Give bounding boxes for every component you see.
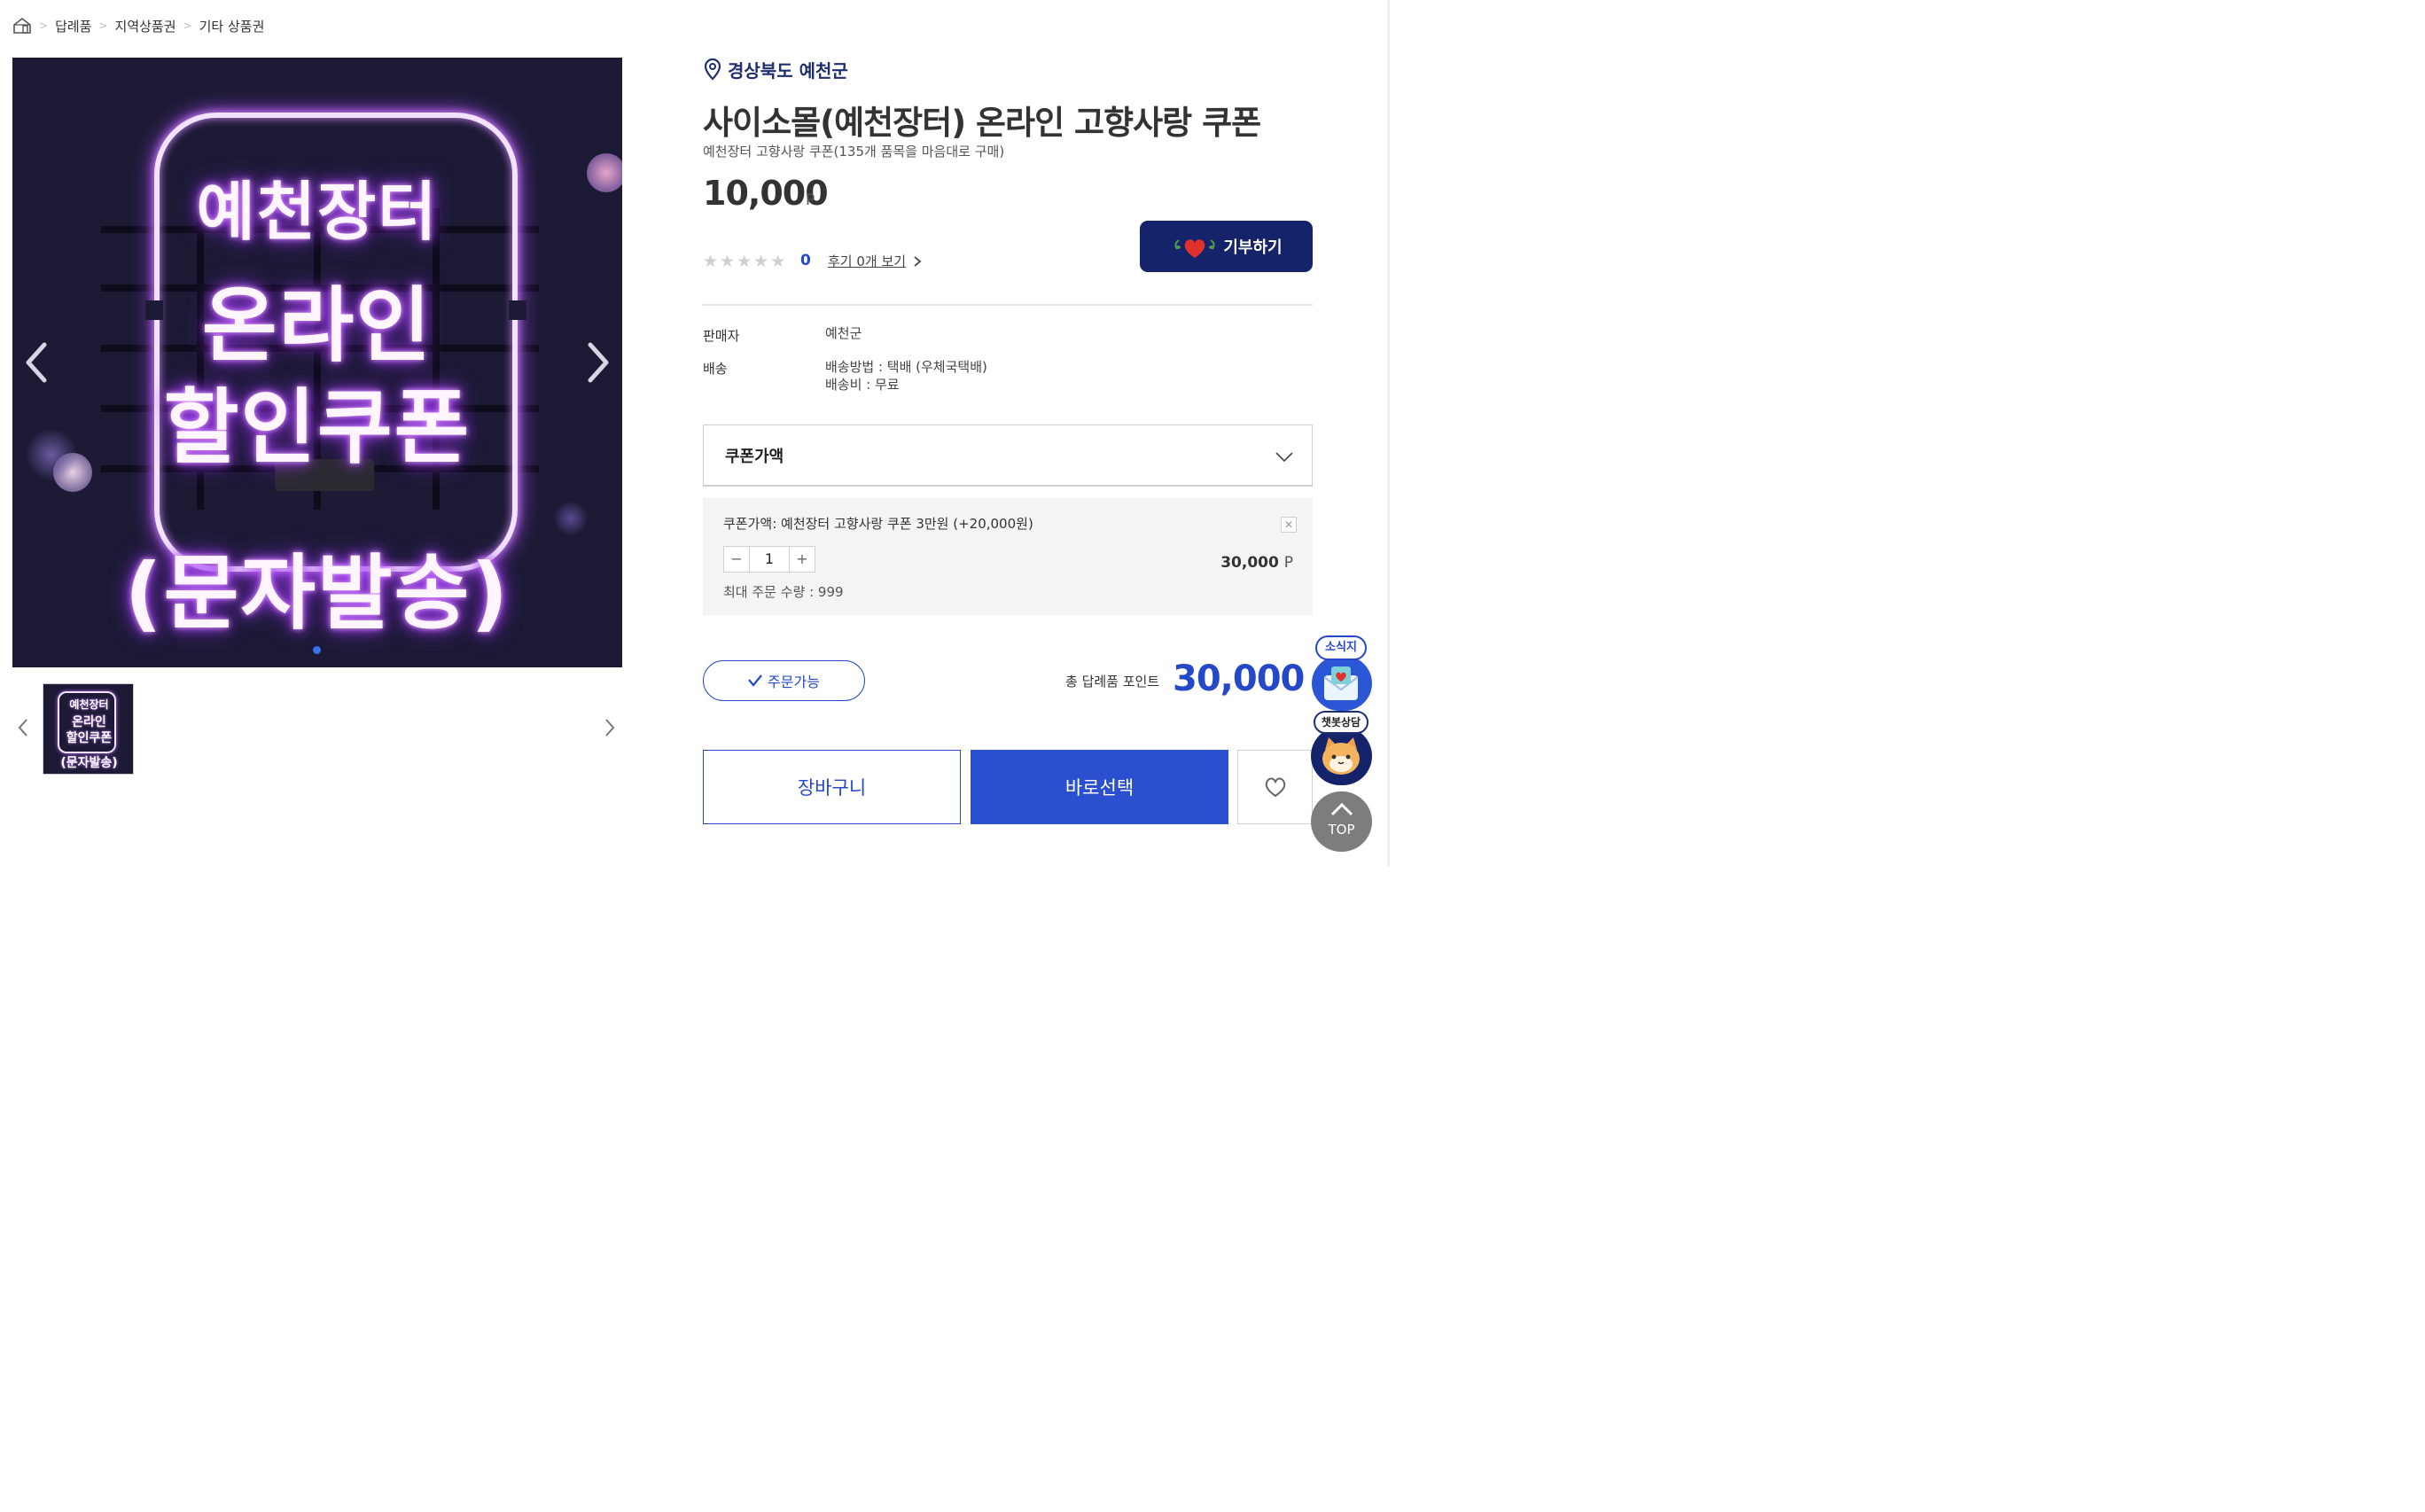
option-price-unit: P	[1283, 554, 1293, 572]
location-label: 경상북도 예천군	[728, 59, 848, 82]
product-title: 사이소몰(예천장터) 온라인 고향사랑 쿠폰	[703, 104, 1261, 142]
star-icon: ★	[737, 252, 752, 271]
breadcrumb-item[interactable]: 답례품	[55, 17, 91, 35]
breadcrumb-item[interactable]: 기타 상품권	[199, 17, 265, 35]
quantity-input[interactable]: 1	[749, 547, 790, 572]
map-pin-icon	[704, 58, 721, 81]
review-link[interactable]: 후기 0개 보기	[828, 252, 906, 270]
breadcrumb: > 답례품 > 지역상품권 > 기타 상품권	[12, 16, 264, 35]
order-status-label: 주문가능	[768, 674, 820, 690]
chevron-right-icon: >	[98, 19, 108, 32]
star-icon: ★	[720, 252, 736, 271]
star-icon: ★	[753, 252, 769, 271]
donate-button[interactable]: 기부하기	[1140, 221, 1313, 272]
chevron-right-icon: >	[183, 19, 192, 32]
chevron-right-icon	[605, 719, 615, 737]
chevron-down-icon	[1275, 452, 1293, 463]
review-count: 0	[800, 252, 811, 269]
quantity-stepper: − 1 +	[723, 546, 815, 573]
star-icon: ★	[770, 252, 786, 271]
divider	[703, 304, 1313, 306]
product-thumbnail[interactable]: 예천장터 온라인 할인쿠폰 (문자발송)	[43, 683, 134, 775]
breadcrumb-item[interactable]: 지역상품권	[115, 17, 176, 35]
scrollbar-track[interactable]	[1387, 0, 1390, 867]
chatbot-tag[interactable]: 챗봇상담	[1314, 711, 1368, 734]
product-image: 예천장터 온라인 할인쿠폰 (문자발송)	[12, 58, 622, 667]
cat-mascot-icon	[1322, 737, 1360, 775]
seller-label: 판매자	[703, 328, 740, 344]
increase-quantity-button[interactable]: +	[790, 547, 815, 572]
chevron-right-icon[interactable]	[912, 254, 923, 269]
selected-option-price: 30,000 P	[1220, 554, 1293, 572]
option-price-value: 30,000	[1220, 554, 1279, 572]
thumbnail-line: 할인쿠폰	[66, 731, 113, 745]
chevron-up-icon	[1330, 802, 1353, 816]
buy-now-button[interactable]: 바로선택	[971, 750, 1228, 824]
seller-value: 예천군	[825, 325, 862, 341]
thumbnail-line: 온라인	[72, 715, 106, 729]
option-select[interactable]: 쿠폰가액	[703, 425, 1313, 487]
image-line: 온라인	[202, 278, 433, 373]
selected-option-panel: 쿠폰가액: 예천장터 고향사랑 쿠폰 3만원 (+20,000원) ✕ − 1 …	[703, 498, 1313, 615]
donate-label: 기부하기	[1223, 238, 1283, 257]
product-location: 경상북도 예천군	[703, 57, 848, 82]
star-icon: ★	[703, 252, 719, 271]
wishlist-button[interactable]	[1237, 750, 1313, 824]
newsletter-tag[interactable]: 소식지	[1315, 635, 1367, 660]
next-slide-button[interactable]	[580, 339, 615, 386]
close-icon[interactable]: ✕	[1281, 517, 1297, 533]
total-points-label: 총 답례품 포인트	[1065, 674, 1160, 690]
add-to-cart-button[interactable]: 장바구니	[703, 750, 961, 824]
chevron-left-icon	[26, 342, 47, 383]
thumbnail-next-button[interactable]	[601, 716, 619, 739]
newsletter-button[interactable]	[1312, 656, 1372, 711]
rating-stars: ★ ★ ★ ★ ★	[703, 252, 785, 271]
shipping-method: 배송방법 : 택배 (우체국택배)	[825, 359, 987, 375]
shipping-fee: 배송비 : 무료	[825, 377, 900, 393]
thumbnail-line: (문자발송)	[60, 756, 118, 770]
decrease-quantity-button[interactable]: −	[724, 547, 749, 572]
heart-icon	[1265, 777, 1285, 798]
shipping-label: 배송	[703, 361, 728, 377]
max-order-quantity: 최대 주문 수량 : 999	[723, 584, 844, 600]
chatbot-button[interactable]	[1311, 727, 1372, 785]
image-line: (문자발송)	[124, 546, 511, 641]
price-unit: P	[806, 191, 815, 209]
order-status-badge: 주문가능	[703, 660, 865, 701]
thumbnail-line: 예천장터	[69, 698, 109, 711]
heart-wreath-icon	[1174, 239, 1215, 258]
thumbnail-prev-button[interactable]	[14, 716, 32, 739]
image-line: 예천장터	[196, 175, 439, 249]
scroll-top-button[interactable]: TOP	[1311, 791, 1372, 852]
envelope-heart-icon	[1323, 666, 1359, 700]
check-icon	[748, 674, 762, 687]
home-icon[interactable]	[12, 17, 32, 35]
option-select-label: 쿠폰가액	[725, 447, 784, 466]
chevron-right-icon: >	[39, 19, 49, 32]
chevron-right-icon	[588, 342, 609, 383]
slide-indicator-dot[interactable]	[313, 646, 321, 654]
prev-slide-button[interactable]	[19, 339, 55, 386]
selected-option-name: 쿠폰가액: 예천장터 고향사랑 쿠폰 3만원 (+20,000원)	[723, 516, 1033, 532]
product-subtitle: 예천장터 고향사랑 쿠폰(135개 품목을 마음대로 구매)	[703, 144, 1005, 160]
image-line: 할인쿠폰	[163, 380, 472, 475]
chevron-left-icon	[18, 719, 27, 737]
scroll-top-label: TOP	[1328, 822, 1355, 838]
